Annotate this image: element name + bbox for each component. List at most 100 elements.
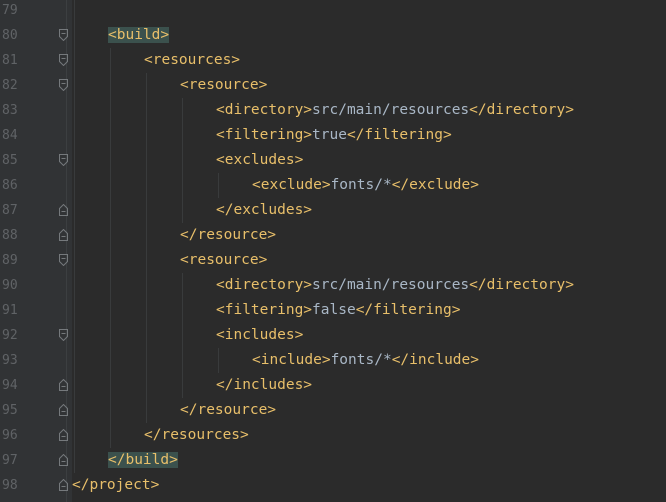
code-line[interactable]: 79 [0,0,666,23]
xml-tag: </exclude> [391,177,479,193]
line-number: 94 [2,378,18,393]
code-line[interactable]: 92 <includes> [0,323,666,348]
xml-tag: <directory> [216,277,313,293]
code-line[interactable]: 91 <filtering>false</filtering> [0,298,666,323]
xml-tag: <includes> [216,327,304,343]
line-number: 80 [2,28,18,43]
line-number: 82 [2,78,18,93]
code-text: <build> [108,23,170,48]
fold-end-icon[interactable] [59,228,68,241]
xml-tag: <directory> [216,102,313,118]
line-number: 88 [2,228,18,243]
fold-end-icon[interactable] [59,403,68,416]
line-number: 84 [2,128,18,143]
xml-text: fonts/* [330,177,392,193]
code-line[interactable]: 96 </resources> [0,423,666,448]
code-line[interactable]: 85 <excludes> [0,148,666,173]
line-number: 98 [2,478,18,493]
xml-tag: <filtering> [216,302,313,318]
code-text: <resource> [180,248,267,273]
code-text: <resources> [144,48,240,73]
xml-tag: </resources> [144,427,249,443]
code-line[interactable]: 88 </resource> [0,223,666,248]
code-text: </resources> [144,423,249,448]
xml-tag: </include> [391,352,479,368]
line-number: 90 [2,278,18,293]
code-line[interactable]: 84 <filtering>true</filtering> [0,123,666,148]
fold-end-icon[interactable] [59,203,68,216]
fold-end-icon[interactable] [59,428,68,441]
fold-end-icon[interactable] [59,378,68,391]
xml-tag: <excludes> [216,152,304,168]
fold-collapse-icon[interactable] [59,154,68,167]
line-number: 87 [2,203,18,218]
xml-text: fonts/* [330,352,392,368]
code-line[interactable]: 81 <resources> [0,48,666,73]
xml-tag: <resource> [180,77,268,93]
line-number: 89 [2,253,18,268]
code-text: </includes> [216,373,312,398]
code-line[interactable]: 89 <resource> [0,248,666,273]
code-line[interactable]: 93 <include>fonts/*</include> [0,348,666,373]
code-text: </project> [72,473,159,498]
code-text: <include>fonts/*</include> [252,348,479,373]
xml-tag: <filtering> [216,127,313,143]
code-text: <excludes> [216,148,303,173]
code-line[interactable]: 86 <exclude>fonts/*</exclude> [0,173,666,198]
fold-collapse-icon[interactable] [59,329,68,342]
xml-tag: <resources> [144,52,241,68]
xml-text: true [312,127,347,143]
line-number: 97 [2,453,18,468]
fold-collapse-icon[interactable] [59,254,68,267]
line-number: 96 [2,428,18,443]
code-text: </build> [108,448,178,473]
code-text: <directory>src/main/resources</directory… [216,98,574,123]
code-editor[interactable]: 79 80 <build> 81 <resources> 82 <resource> 83 <d… [0,0,666,502]
xml-tag: </filtering> [355,302,461,318]
matched-xml-tag: </build> [108,452,178,468]
xml-text: src/main/resources [312,277,470,293]
code-line[interactable]: 97 </build> [0,448,666,473]
code-line[interactable]: 87 </excludes> [0,198,666,223]
fold-collapse-icon[interactable] [59,29,68,42]
xml-text: src/main/resources [312,102,470,118]
code-text: <resource> [180,73,267,98]
xml-tag: </directory> [469,277,574,293]
code-line[interactable]: 80 <build> [0,23,666,48]
code-text: <filtering>false</filtering> [216,298,460,323]
line-number: 91 [2,303,18,318]
fold-end-icon[interactable] [59,478,68,491]
code-text: </resource> [180,223,276,248]
code-line[interactable]: 90 <directory>src/main/resources</directo… [0,273,666,298]
xml-tag: </directory> [469,102,574,118]
code-line[interactable]: 94 </includes> [0,373,666,398]
line-number: 79 [2,3,18,18]
code-line[interactable]: 95 </resource> [0,398,666,423]
fold-end-icon[interactable] [59,453,68,466]
line-number: 85 [2,153,18,168]
xml-tag: <exclude> [252,177,331,193]
code-line[interactable]: 82 <resource> [0,73,666,98]
code-line[interactable]: 83 <directory>src/main/resources</directo… [0,98,666,123]
fold-collapse-icon[interactable] [59,79,68,92]
code-text: </excludes> [216,198,312,223]
xml-tag: </excludes> [216,202,313,218]
code-text: <includes> [216,323,303,348]
line-number: 81 [2,53,18,68]
xml-tag: <include> [252,352,331,368]
matched-xml-tag: <build> [108,27,170,43]
code-text: <exclude>fonts/*</exclude> [252,173,479,198]
xml-tag: </includes> [216,377,313,393]
line-number: 95 [2,403,18,418]
code-text: <filtering>true</filtering> [216,123,452,148]
fold-collapse-icon[interactable] [59,54,68,67]
xml-text: false [312,302,356,318]
code-text: <directory>src/main/resources</directory… [216,273,574,298]
line-number: 83 [2,103,18,118]
xml-tag: </filtering> [346,127,452,143]
code-line[interactable]: 98 </project> [0,473,666,498]
line-number: 93 [2,353,18,368]
code-text: </resource> [180,398,276,423]
xml-tag: </project> [72,477,160,493]
line-number: 92 [2,328,18,343]
